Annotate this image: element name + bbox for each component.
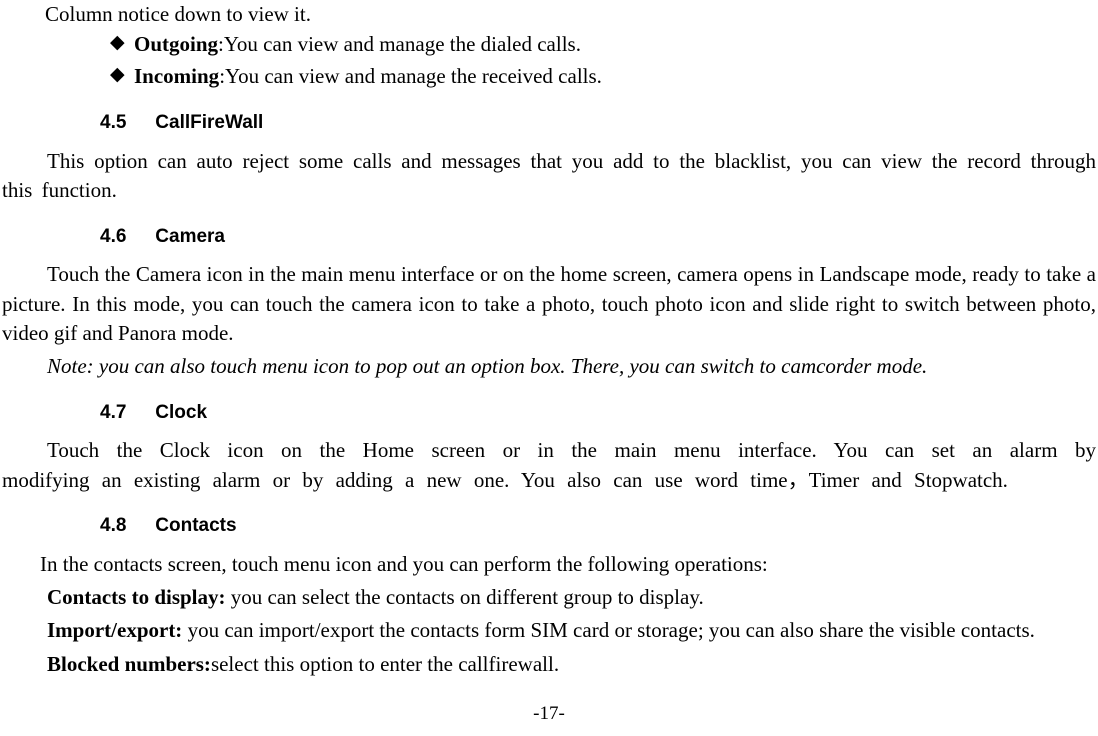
bullet-desc: :You can view and manage the received ca… — [219, 64, 602, 88]
para-blocked-numbers: Blocked numbers:select this option to en… — [0, 650, 1098, 679]
label-blocked-numbers: Blocked numbers: — [47, 652, 211, 676]
bullet-item-incoming: ◆ Incoming:You can view and manage the r… — [110, 61, 1098, 92]
bullet-label: Outgoing — [134, 32, 218, 56]
para-camera: Touch the Camera icon in the main menu i… — [0, 260, 1098, 348]
para-contacts-intro: In the contacts screen, touch menu icon … — [0, 550, 1098, 579]
heading-title: Contacts — [155, 515, 236, 536]
note-camera: Note: you can also touch menu icon to po… — [0, 352, 1098, 381]
heading-clock: 4.7 Clock — [0, 400, 1098, 427]
para-import-export: Import/export: you can import/export the… — [0, 616, 1098, 645]
heading-camera: 4.6 Camera — [0, 224, 1098, 251]
para-callfirewall: This option can auto reject some calls a… — [0, 147, 1098, 206]
heading-num: 4.5 — [100, 110, 150, 137]
bullet-label: Incoming — [134, 64, 219, 88]
heading-num: 4.7 — [100, 400, 150, 427]
partial-line-top: Column notice down to view it. — [0, 0, 1098, 29]
page-number: -17- — [0, 701, 1098, 728]
para-clock: Touch the Clock icon on the Home screen … — [0, 436, 1098, 495]
heading-contacts: 4.8 Contacts — [0, 513, 1098, 540]
para-contacts-to-display: Contacts to display: you can select the … — [0, 583, 1098, 612]
diamond-bullet-icon: ◆ — [110, 62, 134, 89]
label-import-export: Import/export: — [47, 618, 188, 642]
heading-num: 4.8 — [100, 513, 150, 540]
heading-title: CallFireWall — [155, 112, 263, 133]
heading-callfirewall: 4.5 CallFireWall — [0, 110, 1098, 137]
heading-title: Clock — [155, 402, 207, 423]
desc-import-export: you can import/export the contacts form … — [188, 618, 1035, 642]
desc-blocked-numbers: select this option to enter the callfire… — [211, 652, 559, 676]
bullet-item-outgoing: ◆ Outgoing:You can view and manage the d… — [110, 29, 1098, 60]
heading-title: Camera — [155, 226, 225, 247]
label-contacts-to-display: Contacts to display: — [47, 585, 231, 609]
bullet-list: ◆ Outgoing:You can view and manage the d… — [0, 29, 1098, 92]
desc-contacts-to-display: you can select the contacts on different… — [231, 585, 704, 609]
diamond-bullet-icon: ◆ — [110, 30, 134, 57]
bullet-desc: :You can view and manage the dialed call… — [218, 32, 581, 56]
heading-num: 4.6 — [100, 224, 150, 251]
